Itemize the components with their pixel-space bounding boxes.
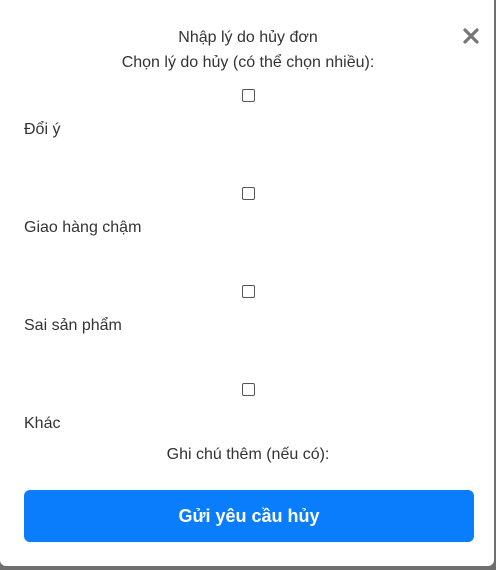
reason-label-khac: Khác <box>24 415 61 432</box>
dialog-title: Nhập lý do hủy đơn <box>178 29 318 46</box>
reason-label-doi-y: Đổi ý <box>24 121 61 138</box>
close-icon[interactable] <box>461 26 481 46</box>
note-label: Ghi chú thêm (nếu có): <box>166 446 330 463</box>
reason-checkbox-sai-san-pham[interactable] <box>242 285 255 298</box>
reason-label-sai-san-pham: Sai sản phẩm <box>24 317 122 334</box>
cancel-order-dialog: Nhập lý do hủy đơn Chọn lý do hủy (có th… <box>0 0 494 566</box>
submit-cancel-button[interactable]: Gửi yêu cầu hủy <box>24 490 474 542</box>
reason-checkbox-khac[interactable] <box>242 383 255 396</box>
reason-checkbox-giao-hang-cham[interactable] <box>242 187 255 200</box>
reason-checkbox-doi-y[interactable] <box>242 89 255 102</box>
reason-prompt: Chọn lý do hủy (có thể chọn nhiều): <box>121 54 375 71</box>
reason-label-giao-hang-cham: Giao hàng chậm <box>24 219 142 236</box>
